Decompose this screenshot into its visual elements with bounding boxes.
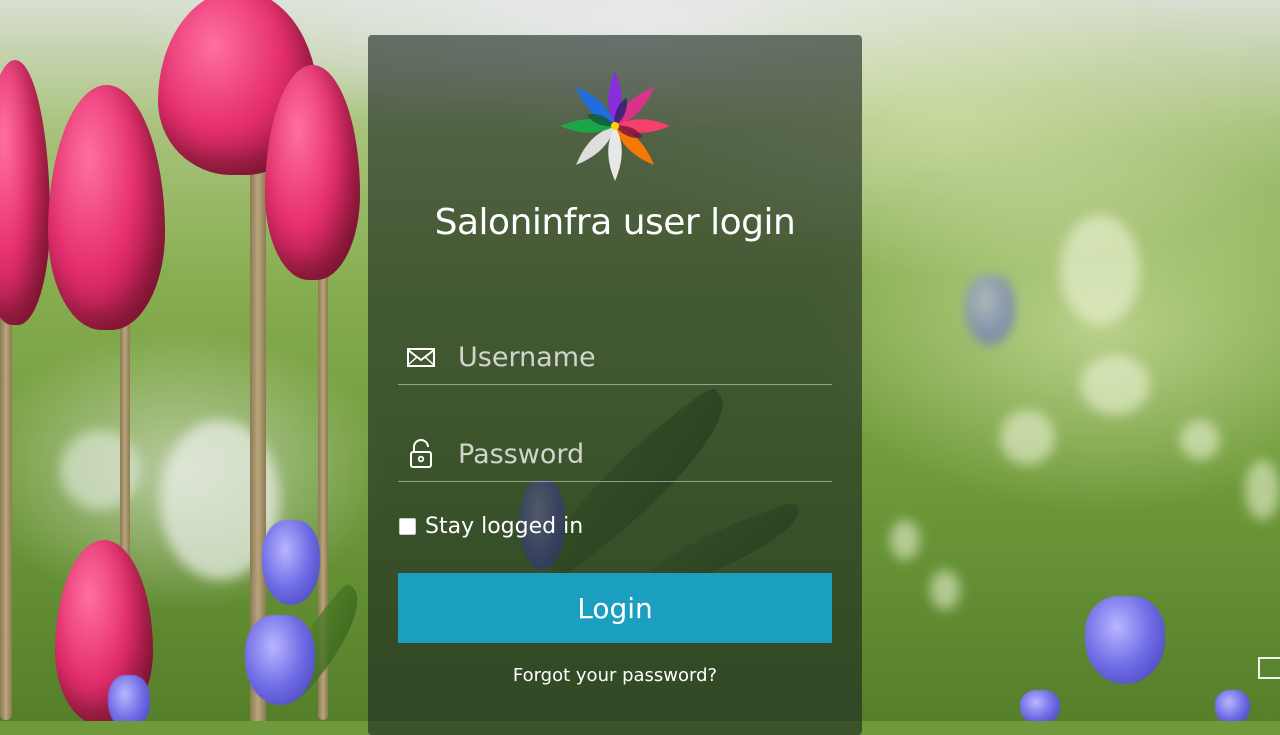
- stay-logged-in-label: Stay logged in: [425, 513, 584, 539]
- bokeh-light: [1080, 355, 1150, 415]
- bokeh-light: [1000, 410, 1055, 465]
- bokeh-light: [1180, 420, 1220, 460]
- blue-flower: [1085, 596, 1165, 684]
- forgot-password-link[interactable]: Forgot your password?: [368, 665, 862, 686]
- corner-frame: [1258, 657, 1280, 679]
- tulip-stem: [0, 300, 12, 720]
- bokeh-light: [1245, 460, 1280, 520]
- page-title: Saloninfra user login: [434, 202, 796, 243]
- blue-flower: [965, 275, 1015, 345]
- bokeh-light: [1060, 215, 1140, 325]
- bokeh-light: [930, 570, 960, 610]
- password-field: [398, 429, 832, 482]
- unlock-icon: [410, 439, 432, 468]
- blue-flower: [262, 520, 320, 605]
- login-button[interactable]: Login: [398, 573, 832, 643]
- blue-flower: [1215, 690, 1250, 721]
- blue-flower: [108, 675, 150, 721]
- username-input[interactable]: [456, 336, 830, 378]
- username-field: [398, 332, 832, 385]
- password-input[interactable]: [456, 433, 830, 475]
- stay-logged-in-option[interactable]: Stay logged in: [399, 512, 583, 540]
- stay-logged-in-checkbox[interactable]: [399, 517, 416, 535]
- bokeh-light: [890, 520, 920, 560]
- blue-flower: [1020, 690, 1060, 721]
- envelope-icon: [407, 348, 435, 367]
- flower-logo-icon: [560, 71, 670, 181]
- blue-flower: [245, 615, 315, 705]
